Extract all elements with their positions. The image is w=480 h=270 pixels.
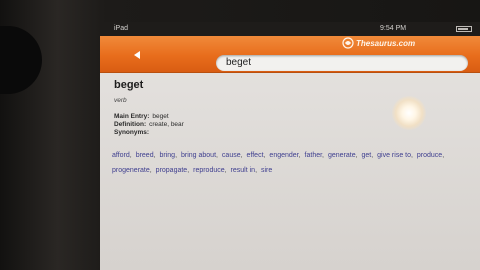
synonym-separator: ,: [322, 152, 324, 159]
foreground-object: [0, 26, 42, 94]
definition-row: Definition: create, bear: [114, 121, 184, 128]
synonym-text: cause: [221, 152, 241, 159]
synonym-text: progenerate: [112, 167, 150, 174]
synonym-separator: ,: [298, 152, 301, 159]
synonym-text: effect: [246, 152, 264, 159]
entry-headword: beget: [114, 79, 144, 91]
brand-name: Thesaurus.com: [356, 39, 416, 48]
main-entry-label: Main Entry:: [114, 113, 150, 120]
synonym-link[interactable]: sire: [261, 163, 272, 178]
status-bar: iPad 9:54 PM: [100, 22, 480, 36]
synonym-link[interactable]: result in,: [231, 163, 257, 178]
synonym-link[interactable]: bring,: [160, 148, 178, 163]
synonym-text: afford: [112, 152, 130, 159]
synonym-separator: ,: [255, 167, 258, 174]
synonym-separator: ,: [411, 152, 413, 159]
status-time: 9:54 PM: [380, 25, 407, 32]
synonyms-label: Synonyms:: [114, 129, 150, 136]
synonym-separator: ,: [187, 167, 190, 174]
synonym-text: breed: [135, 152, 154, 159]
synonym-list: afford, breed, bring, bring about, cause…: [112, 148, 478, 178]
synonym-link[interactable]: cause,: [222, 148, 243, 163]
main-entry-value: beget: [152, 113, 169, 120]
synonym-text: generate: [327, 152, 356, 159]
app-toolbar: Thesaurus.com: [100, 36, 480, 73]
search-input[interactable]: [216, 55, 468, 71]
synonym-link[interactable]: reproduce,: [193, 163, 226, 178]
synonym-link[interactable]: produce,: [417, 148, 444, 163]
synonym-separator: ,: [355, 152, 358, 159]
synonym-link[interactable]: father,: [305, 148, 324, 163]
synonym-link[interactable]: engender,: [269, 148, 300, 163]
synonym-separator: ,: [149, 167, 152, 174]
synonym-link[interactable]: generate,: [328, 148, 358, 163]
synonym-separator: ,: [442, 152, 445, 159]
ipad-screen: iPad 9:54 PM Thesaurus.com beget verb Ma…: [100, 22, 480, 270]
synonym-text: get: [361, 152, 372, 159]
synonym-separator: ,: [175, 152, 178, 159]
synonym-separator: ,: [129, 152, 132, 159]
synonym-link[interactable]: get,: [362, 148, 374, 163]
synonym-text: sire: [260, 167, 273, 174]
synonym-text: produce: [416, 152, 443, 159]
brand-mark-icon: [342, 37, 354, 49]
synonym-text: result in: [230, 167, 256, 174]
synonym-text: give rise to: [377, 152, 411, 159]
definition-value: create, bear: [149, 121, 184, 128]
synonym-separator: ,: [371, 152, 374, 159]
light-glare: [392, 96, 426, 130]
synonym-separator: ,: [153, 152, 156, 159]
part-of-speech: verb: [114, 97, 127, 104]
definition-label: Definition:: [114, 121, 147, 128]
synonym-text: father: [304, 152, 323, 159]
synonym-text: propagate: [155, 167, 188, 174]
synonym-text: engender: [269, 152, 299, 159]
device-photo-background: iPad 9:54 PM Thesaurus.com beget verb Ma…: [0, 0, 480, 270]
synonym-link[interactable]: breed,: [136, 148, 156, 163]
synonym-separator: ,: [224, 167, 227, 174]
synonym-text: bring: [159, 152, 176, 159]
synonyms-row: Synonyms:: [114, 129, 149, 136]
synonym-link[interactable]: afford,: [112, 148, 132, 163]
synonym-text: bring about: [180, 152, 217, 159]
synonym-text: reproduce: [193, 167, 225, 174]
synonym-separator: ,: [240, 152, 243, 159]
synonym-link[interactable]: propagate,: [156, 163, 189, 178]
synonym-link[interactable]: effect,: [247, 148, 266, 163]
brand-logo: Thesaurus.com: [342, 37, 416, 49]
main-entry-row: Main Entry: beget: [114, 113, 169, 120]
synonym-separator: ,: [216, 152, 218, 159]
synonym-link[interactable]: bring about,: [181, 148, 218, 163]
device-label: iPad: [114, 25, 129, 32]
synonym-link[interactable]: give rise to,: [377, 148, 413, 163]
synonym-separator: ,: [263, 152, 266, 159]
back-arrow-icon[interactable]: [134, 51, 140, 59]
battery-icon: [456, 26, 472, 32]
synonym-link[interactable]: progenerate,: [112, 163, 152, 178]
